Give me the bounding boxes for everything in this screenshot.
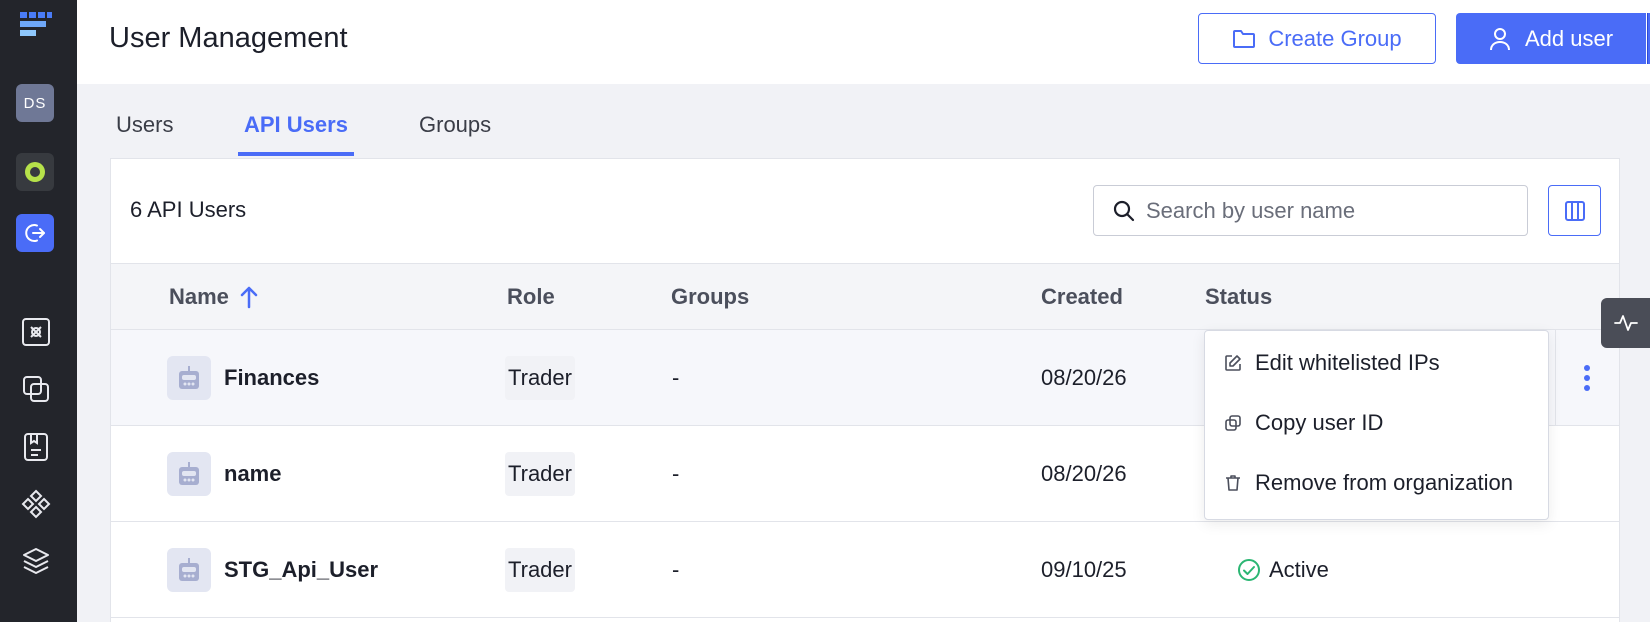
avatar-initials: DS [23,94,47,112]
user-name[interactable]: STG_Api_User [224,557,378,583]
create-group-button[interactable]: Create Group [1198,13,1436,64]
check-circle-icon [1238,558,1260,581]
groups-cell: - [672,460,680,486]
diamond-grid-icon[interactable] [17,485,55,523]
page-title: User Management [109,22,348,54]
created-cell: 08/20/26 [1041,364,1127,390]
menu-item-label: Remove from organization [1255,470,1514,495]
logout-icon[interactable] [16,214,54,252]
copy-icon [1225,415,1241,431]
role-tag: Trader [505,451,575,496]
trash-icon [1226,475,1240,491]
columns-toggle-button[interactable] [1548,185,1601,236]
copy-icon[interactable] [17,370,55,408]
column-header-role[interactable]: Role [507,284,555,310]
search-input[interactable] [1146,197,1506,224]
tab-groups[interactable]: Groups [413,108,497,152]
table-header: Name Role Groups Created Status [111,263,1619,330]
folder-icon [1233,29,1256,48]
add-user-label: Add user [1524,25,1614,51]
activity-icon[interactable] [1601,298,1650,348]
role-cell: Trader [505,330,575,425]
table-row[interactable]: STG_Api_User Trader - 09/10/25 Active [111,522,1619,618]
users-count: 6 API Users [130,197,247,222]
groups-cell: - [672,556,680,582]
role-tag: Trader [505,355,575,400]
row-actions-menu: Edit whitelisted IPs Copy user ID Remove… [1204,330,1549,520]
created-cell: 09/10/25 [1041,556,1127,582]
name-cell: STG_Api_User [167,522,378,617]
status-cell: Active [1237,522,1329,617]
name-cell: Finances [167,330,319,425]
sort-ascending-icon [240,286,258,309]
column-header-status[interactable]: Status [1205,284,1272,310]
menu-item-label: Edit whitelisted IPs [1255,350,1440,375]
created-cell: 08/20/26 [1041,460,1127,486]
layers-icon[interactable] [17,542,55,580]
receipt-icon[interactable] [17,428,55,466]
column-header-name[interactable]: Name [169,284,259,310]
edit-icon [1225,355,1241,371]
column-header-name-label: Name [169,284,229,309]
tab-api-users[interactable]: API Users [238,108,354,156]
columns-icon [1564,200,1585,221]
role-cell: Trader [505,522,575,617]
status-label: Active [1269,556,1329,582]
menu-item-copy-user-id[interactable]: Copy user ID [1205,395,1548,451]
add-user-button[interactable]: Add user [1456,13,1646,64]
user-icon [1489,27,1510,50]
menu-item-remove-from-organization[interactable]: Remove from organization [1205,455,1548,511]
robot-icon [167,547,211,592]
menu-item-edit-whitelisted-ips[interactable]: Edit whitelisted IPs [1205,335,1548,391]
search-box[interactable] [1093,185,1528,236]
brand-logo[interactable] [20,12,52,40]
scan-icon[interactable] [17,313,55,351]
user-avatar[interactable]: DS [16,84,54,122]
column-header-groups[interactable]: Groups [671,284,749,310]
user-name[interactable]: name [224,461,281,487]
tab-users[interactable]: Users [110,108,179,152]
app-switcher-icon[interactable] [16,153,54,191]
sidebar: DS [0,0,77,622]
role-cell: Trader [505,426,575,521]
page-header: User Management Create Group Add user [77,0,1650,84]
groups-cell: - [672,364,680,390]
create-group-label: Create Group [1268,25,1402,51]
robot-icon [167,355,211,400]
search-icon [1113,200,1135,221]
user-name[interactable]: Finances [224,365,319,391]
column-header-created[interactable]: Created [1041,284,1123,310]
kebab-menu-icon [1583,364,1590,391]
role-tag: Trader [505,547,575,592]
name-cell: name [167,426,281,521]
menu-item-label: Copy user ID [1255,410,1384,435]
robot-icon [167,451,211,496]
